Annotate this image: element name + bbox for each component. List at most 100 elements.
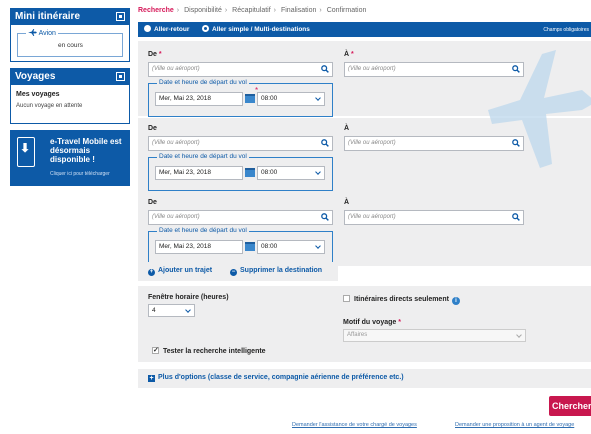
search-icon[interactable] bbox=[321, 65, 329, 73]
to-placeholder: (Ville ou aéroport) bbox=[348, 140, 396, 146]
mobile-download-icon: ⬇ bbox=[17, 137, 35, 167]
my-trips-heading: Mes voyages bbox=[16, 91, 60, 98]
info-icon[interactable]: i bbox=[451, 297, 460, 305]
expand-icon: + bbox=[148, 375, 155, 382]
required-note: Champs obligatoires bbox=[543, 27, 589, 33]
flight-label: Avion bbox=[38, 30, 56, 37]
from-placeholder: (Ville ou aéroport) bbox=[152, 140, 200, 146]
search-icon[interactable] bbox=[512, 65, 520, 73]
one-way-radio[interactable] bbox=[202, 25, 209, 32]
calendar-icon[interactable] bbox=[245, 168, 255, 177]
date-input[interactable]: Mer, Mai 23, 2018 bbox=[155, 240, 243, 254]
to-label: À * bbox=[344, 51, 354, 58]
voyages-header[interactable]: Voyages bbox=[11, 69, 129, 85]
search-icon[interactable] bbox=[321, 213, 329, 221]
direct-flights-option[interactable]: Itinéraires directs seulement i bbox=[343, 295, 460, 305]
from-placeholder: (Ville ou aéroport) bbox=[152, 214, 200, 220]
no-trips-text: Aucun voyage en attente bbox=[16, 103, 83, 109]
collapse-icon[interactable] bbox=[116, 72, 125, 81]
chevron-down-icon bbox=[315, 243, 321, 249]
chevron-down-icon bbox=[315, 169, 321, 175]
to-city-input[interactable]: (Ville ou aéroport) bbox=[344, 136, 524, 151]
from-city-input[interactable]: (Ville ou aéroport) bbox=[148, 210, 333, 225]
flight-segment-2: De (Ville ou aéroport) À (Ville ou aérop… bbox=[138, 118, 591, 193]
time-select[interactable]: 08:00 bbox=[257, 166, 325, 180]
date-legend: Date et heure de départ du vol bbox=[157, 227, 249, 234]
direct-flights-checkbox[interactable] bbox=[343, 295, 350, 302]
from-placeholder: (Ville ou aéroport) bbox=[152, 66, 200, 72]
chevron-down-icon bbox=[315, 95, 321, 101]
promo-title: e-Travel Mobile est désormais disponible… bbox=[50, 137, 122, 164]
calendar-icon[interactable] bbox=[245, 242, 255, 251]
smart-search-checkbox[interactable] bbox=[152, 346, 159, 354]
calendar-icon[interactable] bbox=[245, 94, 255, 103]
breadcrumb: Recherche › Disponibilité › Récapitulatif ›… bbox=[138, 7, 367, 14]
trip-purpose-label: Motif du voyage * bbox=[343, 319, 401, 326]
search-icon[interactable] bbox=[512, 139, 520, 147]
time-window-select[interactable]: 4 bbox=[148, 304, 195, 317]
date-input[interactable]: Mer, Mai 23, 2018 bbox=[155, 92, 243, 106]
more-options-toggle[interactable]: + Plus d'options (classe de service, comp… bbox=[148, 374, 404, 382]
search-icon[interactable] bbox=[321, 139, 329, 147]
time-select[interactable]: 08:00 bbox=[257, 240, 325, 254]
step-availability: Disponibilité bbox=[184, 7, 222, 14]
date-legend: Date et heure de départ du vol bbox=[157, 79, 249, 86]
remove-destination-button[interactable]: − Supprimer la destination bbox=[230, 267, 322, 276]
departure-date-box: Date et heure de départ du vol Mer, Mai … bbox=[148, 153, 333, 191]
minus-icon: − bbox=[230, 269, 237, 276]
flight-state: en cours bbox=[58, 42, 83, 49]
chevron-down-icon bbox=[185, 307, 191, 313]
flight-segment-1: De * (Ville ou aéroport) À * (Ville ou a… bbox=[138, 41, 591, 117]
to-placeholder: (Ville ou aéroport) bbox=[348, 66, 396, 72]
one-way-option[interactable]: Aller simple / Multi-destinations bbox=[202, 25, 310, 33]
round-trip-radio[interactable] bbox=[144, 25, 151, 32]
mini-itinerary-panel: Mini itinéraire Avion en cours bbox=[10, 8, 130, 62]
step-confirmation: Confirmation bbox=[326, 7, 367, 14]
round-trip-option[interactable]: Aller-retour bbox=[144, 25, 189, 33]
search-button[interactable]: Chercher bbox=[549, 396, 591, 416]
assistance-link[interactable]: Demander l'assistance de votre chargé de… bbox=[292, 422, 417, 428]
flight-legend: Avion bbox=[26, 29, 58, 37]
promo-download-link[interactable]: Cliquer ici pour télécharger bbox=[50, 171, 110, 177]
mobile-promo-banner[interactable]: ⬇ e-Travel Mobile est désormais disponib… bbox=[10, 130, 130, 186]
proposal-link[interactable]: Demander une proposition à un agent de v… bbox=[455, 422, 574, 428]
to-city-input[interactable]: (Ville ou aéroport) bbox=[344, 210, 524, 225]
search-options: Fenêtre horaire (heures) 4 Itinéraires d… bbox=[138, 286, 591, 362]
flight-segment-3: De (Ville ou aéroport) À (Ville ou aérop… bbox=[138, 191, 591, 266]
voyages-title: Voyages bbox=[15, 71, 56, 82]
plane-icon bbox=[28, 29, 37, 36]
trip-type-bar: Aller-retour Aller simple / Multi-destin… bbox=[138, 22, 591, 37]
from-label: De * bbox=[148, 51, 162, 58]
collapse-icon[interactable] bbox=[116, 12, 125, 21]
search-icon[interactable] bbox=[512, 213, 520, 221]
to-city-input[interactable]: (Ville ou aéroport) bbox=[344, 62, 524, 77]
date-legend: Date et heure de départ du vol bbox=[157, 153, 249, 160]
from-label: De bbox=[148, 125, 157, 132]
to-placeholder: (Ville ou aéroport) bbox=[348, 214, 396, 220]
trip-purpose-select[interactable]: Affaires bbox=[343, 329, 526, 342]
plus-icon: + bbox=[148, 269, 155, 276]
sidebar: Mini itinéraire Avion en cours Voyages M… bbox=[10, 8, 130, 186]
smart-search-option[interactable]: Tester la recherche intelligente bbox=[152, 346, 266, 355]
from-city-input[interactable]: (Ville ou aéroport) bbox=[148, 62, 333, 77]
step-summary: Récapitulatif bbox=[232, 7, 271, 14]
to-label: À bbox=[344, 125, 350, 132]
add-trip-button[interactable]: + Ajouter un trajet bbox=[148, 267, 212, 276]
to-label: À bbox=[344, 199, 350, 206]
from-label: De bbox=[148, 199, 157, 206]
time-select[interactable]: 08:00 bbox=[257, 92, 325, 106]
departure-date-box: Date et heure de départ du vol Mer, Mai … bbox=[148, 79, 333, 117]
round-trip-label: Aller-retour bbox=[154, 26, 190, 33]
voyages-panel: Voyages Mes voyages Aucun voyage en atte… bbox=[10, 68, 130, 124]
from-city-input[interactable]: (Ville ou aéroport) bbox=[148, 136, 333, 151]
segment-actions: + Ajouter un trajet − Supprimer la destina… bbox=[138, 262, 338, 281]
chevron-down-icon bbox=[516, 332, 522, 338]
time-window-label: Fenêtre horaire (heures) bbox=[148, 294, 229, 301]
departure-date-box: Date et heure de départ du vol Mer, Mai … bbox=[148, 227, 333, 265]
date-input[interactable]: Mer, Mai 23, 2018 bbox=[155, 166, 243, 180]
step-finalisation: Finalisation bbox=[280, 7, 317, 14]
step-search: Recherche bbox=[138, 7, 174, 14]
more-options-bar[interactable]: + Plus d'options (classe de service, comp… bbox=[138, 369, 591, 388]
one-way-label: Aller simple / Multi-destinations bbox=[212, 26, 310, 33]
mini-itinerary-header[interactable]: Mini itinéraire bbox=[11, 9, 129, 25]
